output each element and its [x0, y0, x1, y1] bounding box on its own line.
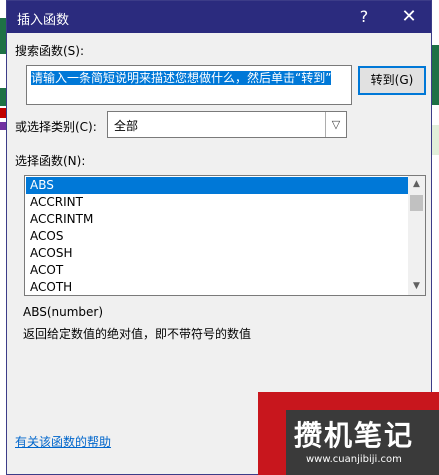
list-item[interactable]: ACCRINTM [26, 211, 408, 228]
watermark-logo: 攒机笔记 www.cuanjibiji.com [258, 392, 439, 475]
list-item[interactable]: ABS [26, 177, 408, 194]
list-item[interactable]: ACCRINT [26, 194, 408, 211]
search-input-text: 请输入一条简短说明来描述您想做什么，然后单击“转到” [31, 71, 332, 85]
watermark-text: 攒机笔记 [294, 419, 415, 452]
go-button[interactable]: 转到(G) [358, 66, 426, 95]
list-item[interactable]: ACOTH [26, 279, 408, 295]
scroll-down-icon[interactable]: ▼ [408, 278, 425, 295]
scrollbar-thumb[interactable] [410, 195, 423, 211]
help-button[interactable]: ? [349, 5, 379, 29]
function-description: 返回给定数值的绝对值，即不带符号的数值 [23, 327, 252, 341]
close-button[interactable]: ✕ [394, 5, 424, 29]
search-label: 搜索函数(S): [15, 44, 85, 58]
list-item[interactable]: ACOT [26, 262, 408, 279]
category-value: 全部 [114, 119, 139, 133]
list-item[interactable]: ACOS [26, 228, 408, 245]
bg-green-block [432, 45, 439, 105]
function-list[interactable]: ABS ACCRINT ACCRINTM ACOS ACOSH ACOT ACO… [24, 175, 426, 296]
list-scrollbar[interactable]: ▲ ▼ [408, 176, 425, 295]
scroll-up-icon[interactable]: ▲ [408, 176, 425, 193]
function-help-link[interactable]: 有关该函数的帮助 [15, 433, 111, 450]
watermark-red-bar [258, 392, 286, 475]
function-syntax: ABS(number) [23, 305, 104, 319]
bg-light-block [432, 125, 439, 155]
category-select[interactable]: 全部 ▽ [107, 111, 347, 138]
category-label: 或选择类别(C): [15, 120, 97, 134]
dialog-title: 插入函数 [17, 13, 70, 28]
search-input[interactable]: 请输入一条简短说明来描述您想做什么，然后单击“转到” [26, 65, 352, 105]
function-list-label: 选择函数(N): [15, 154, 86, 168]
chevron-down-icon[interactable]: ▽ [325, 112, 346, 137]
title-bar[interactable]: 插入函数 ? ✕ [7, 1, 431, 33]
watermark-url: www.cuanjibiji.com [306, 454, 402, 465]
list-item[interactable]: ACOSH [26, 245, 408, 262]
